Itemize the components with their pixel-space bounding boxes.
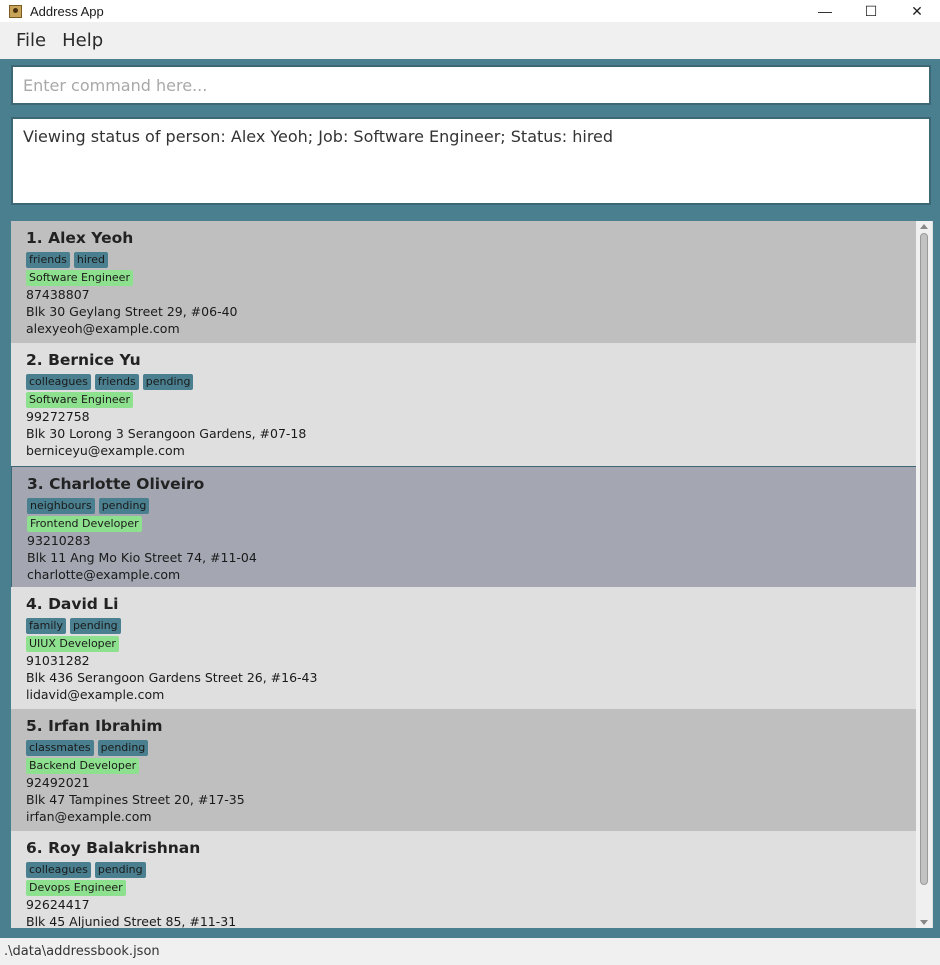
- result-display: Viewing status of person: Alex Yeoh; Job…: [11, 117, 931, 205]
- tag-list: family pending: [26, 618, 903, 634]
- person-email: alexyeoh@example.com: [26, 321, 180, 336]
- person-name: 6. Roy Balakrishnan: [26, 839, 201, 857]
- save-location: .\data\addressbook.json: [4, 944, 160, 959]
- scrollbar[interactable]: [916, 221, 932, 928]
- tag-list: colleagues friends pending: [26, 374, 903, 390]
- tag-list: colleagues pending: [26, 862, 903, 878]
- person-address: Blk 11 Ang Mo Kio Street 74, #11-04: [27, 550, 257, 565]
- person-phone: 99272758: [26, 409, 90, 424]
- person-phone: 92624417: [26, 897, 90, 912]
- person-phone: 91031282: [26, 653, 90, 668]
- tag-label: pending: [69, 618, 121, 634]
- app-icon: [9, 4, 22, 18]
- window-controls: — ☐ ✕: [802, 0, 940, 22]
- tag-list: neighbours pending: [27, 498, 902, 514]
- person-address: Blk 436 Serangoon Gardens Street 26, #16…: [26, 670, 318, 685]
- tag-list: friends hired: [26, 252, 903, 268]
- menu-help[interactable]: Help: [54, 30, 111, 51]
- title-bar: Address App — ☐ ✕: [0, 0, 940, 22]
- tag-label: neighbours: [27, 498, 95, 514]
- person-card[interactable]: 4. David Li family pending UIUX Developer 91…: [11, 587, 918, 709]
- person-name: 3. Charlotte Oliveiro: [27, 475, 205, 493]
- job-label: Frontend Developer: [27, 516, 142, 532]
- person-email: lidavid@example.com: [26, 687, 165, 702]
- job-label: Software Engineer: [26, 392, 133, 408]
- scroll-down-icon[interactable]: [920, 920, 928, 925]
- tag-label: pending: [142, 374, 194, 390]
- person-card[interactable]: 6. Roy Balakrishnan colleagues pending Devo…: [11, 831, 918, 928]
- person-email: berniceyu@example.com: [26, 443, 185, 458]
- person-card[interactable]: 5. Irfan Ibrahim classmates pending Backend…: [11, 709, 918, 831]
- tag-label: classmates: [26, 740, 94, 756]
- person-name: 2. Bernice Yu: [26, 351, 141, 369]
- close-button[interactable]: ✕: [894, 0, 940, 22]
- job-label: Backend Developer: [26, 758, 140, 774]
- tag-label: colleagues: [26, 374, 91, 390]
- person-phone: 92492021: [26, 775, 90, 790]
- tag-label: hired: [73, 252, 108, 268]
- tag-label: friends: [94, 374, 139, 390]
- job-label: UIUX Developer: [26, 636, 119, 652]
- person-email: charlotte@example.com: [27, 567, 181, 582]
- tag-label: friends: [26, 252, 70, 268]
- person-address: Blk 47 Tampines Street 20, #17-35: [26, 792, 245, 807]
- person-email: irfan@example.com: [26, 809, 152, 824]
- person-phone: 87438807: [26, 287, 90, 302]
- person-name: 4. David Li: [26, 595, 119, 613]
- window-title: Address App: [30, 3, 104, 19]
- person-name: 5. Irfan Ibrahim: [26, 717, 163, 735]
- person-card[interactable]: 3. Charlotte Oliveiro neighbours pending Fr…: [11, 466, 918, 589]
- scroll-up-icon[interactable]: [920, 224, 928, 229]
- person-address: Blk 30 Geylang Street 29, #06-40: [26, 304, 238, 319]
- person-phone: 93210283: [27, 533, 91, 548]
- person-list: 1. Alex Yeoh friends hired Software Enginee…: [11, 221, 933, 928]
- scroll-thumb[interactable]: [920, 233, 928, 885]
- tag-label: pending: [97, 740, 149, 756]
- minimize-button[interactable]: —: [802, 0, 848, 22]
- person-card[interactable]: 1. Alex Yeoh friends hired Software Enginee…: [11, 221, 918, 343]
- command-box: [11, 65, 931, 105]
- tag-list: classmates pending: [26, 740, 903, 756]
- status-bar: .\data\addressbook.json: [0, 938, 940, 965]
- menu-file[interactable]: File: [8, 30, 54, 51]
- tag-label: colleagues: [26, 862, 91, 878]
- person-address: Blk 30 Lorong 3 Serangoon Gardens, #07-1…: [26, 426, 307, 441]
- tag-label: pending: [94, 862, 146, 878]
- maximize-button[interactable]: ☐: [848, 0, 894, 22]
- person-card[interactable]: 2. Bernice Yu colleagues friends pending Sof…: [11, 343, 918, 465]
- result-text: Viewing status of person: Alex Yeoh; Job…: [23, 127, 614, 146]
- job-label: Devops Engineer: [26, 880, 126, 896]
- person-name: 1. Alex Yeoh: [26, 229, 134, 247]
- menu-bar: File Help: [0, 22, 940, 59]
- person-address: Blk 45 Aljunied Street 85, #11-31: [26, 914, 237, 928]
- tag-label: pending: [98, 498, 150, 514]
- command-input[interactable]: [23, 75, 929, 95]
- job-label: Software Engineer: [26, 270, 133, 286]
- tag-label: family: [26, 618, 66, 634]
